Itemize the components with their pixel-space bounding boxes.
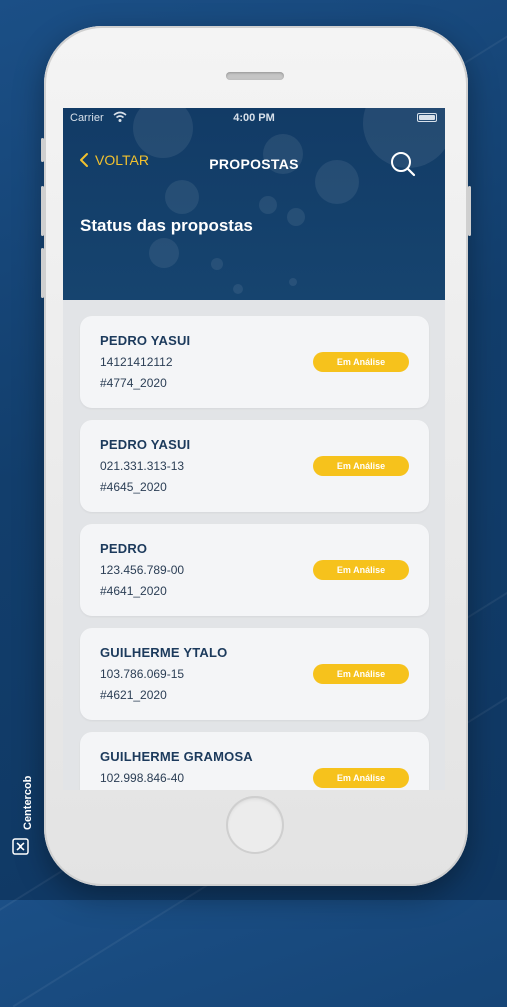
brand-logo-icon: [12, 838, 29, 855]
proposal-name: GUILHERME YTALO: [100, 645, 228, 660]
status-time: 4:00 PM: [233, 112, 275, 124]
nav-title: PROPOSTAS: [209, 156, 299, 172]
status-bar: Carrier 4:00 PM: [63, 108, 445, 128]
proposal-name: PEDRO: [100, 541, 148, 556]
search-icon[interactable]: [389, 150, 417, 178]
status-badge: Em Análise: [313, 352, 409, 372]
proposal-card[interactable]: PEDRO YASUI 021.331.313-13 #4645_2020 Em…: [80, 420, 429, 512]
phone-speaker: [226, 72, 284, 80]
proposal-card[interactable]: PEDRO 123.456.789-00 #4641_2020 Em Análi…: [80, 524, 429, 616]
decor-bubble: [289, 278, 297, 286]
page-title: Status das propostas: [80, 216, 253, 235]
proposal-code: #4774_2020: [100, 376, 167, 390]
proposal-document: 021.331.313-13: [100, 459, 185, 473]
battery-icon: [417, 113, 437, 122]
proposal-code: #4641_2020: [100, 584, 167, 598]
proposal-name: GUILHERME GRAMOSA: [100, 749, 253, 764]
proposal-name: PEDRO YASUI: [100, 333, 191, 348]
proposal-card[interactable]: PEDRO YASUI 14121412112 #4774_2020 Em An…: [80, 316, 429, 408]
decor-bubble: [211, 258, 223, 270]
volume-down-button: [41, 248, 44, 298]
decor-bubble: [259, 196, 277, 214]
proposal-code: #4645_2020: [100, 480, 167, 494]
mute-switch: [41, 138, 44, 162]
volume-up-button: [41, 186, 44, 236]
status-badge: Em Análise: [313, 560, 409, 580]
proposal-name: PEDRO YASUI: [100, 437, 191, 452]
home-button[interactable]: [226, 796, 284, 854]
decor-bubble: [165, 180, 199, 214]
status-badge: Em Análise: [313, 456, 409, 476]
decor-bubble: [233, 284, 243, 294]
status-badge: Em Análise: [313, 664, 409, 684]
proposal-card[interactable]: GUILHERME GRAMOSA 102.998.846-40 Em Anál…: [80, 732, 429, 790]
proposal-list: PEDRO YASUI 14121412112 #4774_2020 Em An…: [80, 316, 429, 790]
decor-bubble: [149, 238, 179, 268]
proposal-document: 123.456.789-00: [100, 563, 185, 577]
proposal-document: 102.998.846-40: [100, 771, 185, 785]
proposal-document: 103.786.069-15: [100, 667, 185, 681]
status-badge: Em Análise: [313, 768, 409, 788]
proposal-document: 14121412112: [100, 355, 173, 369]
app-screen: Carrier 4:00 PM VOLTAR PROPOSTAS Status …: [63, 108, 445, 790]
proposal-code: #4621_2020: [100, 688, 167, 702]
power-button: [468, 186, 471, 236]
header: Carrier 4:00 PM VOLTAR PROPOSTAS Status …: [63, 108, 445, 300]
decor-bubble: [287, 208, 305, 226]
brand-name: Centercob: [22, 775, 34, 830]
proposal-card[interactable]: GUILHERME YTALO 103.786.069-15 #4621_202…: [80, 628, 429, 720]
